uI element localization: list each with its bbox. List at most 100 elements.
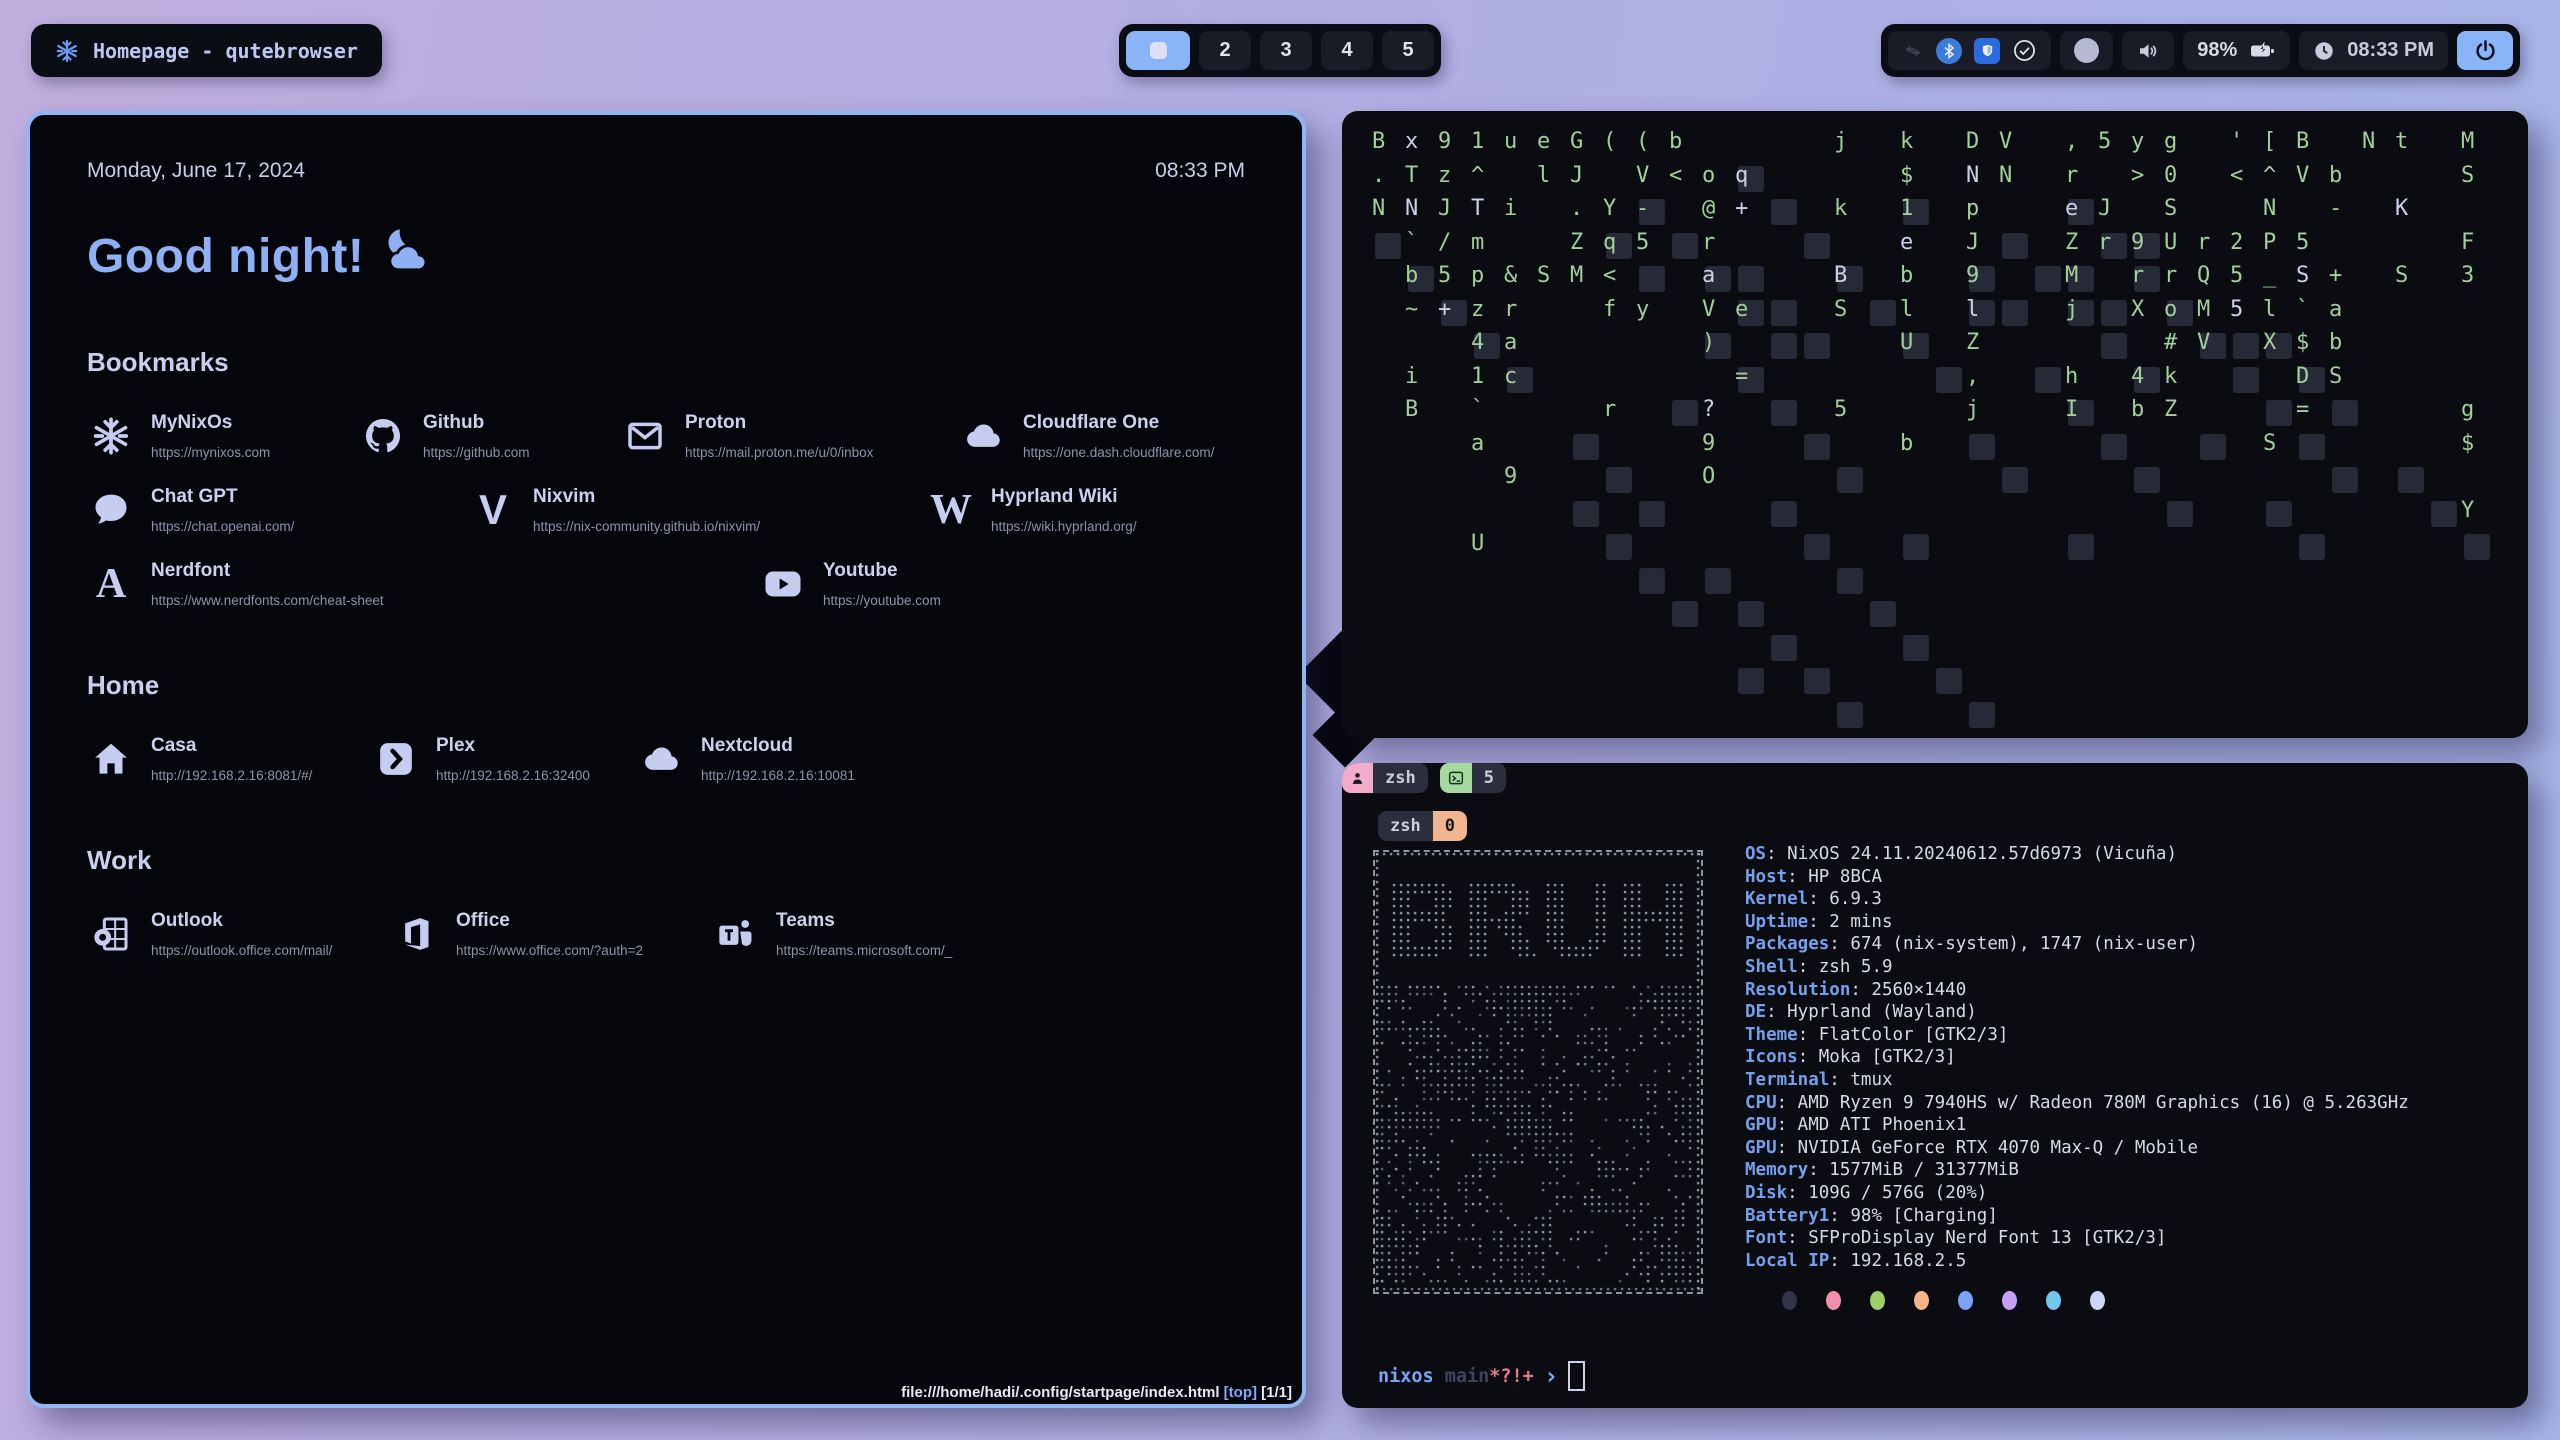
clock-widget[interactable]: 08:33 PM xyxy=(2299,31,2448,70)
matrix-glyph: < xyxy=(1603,263,1616,288)
bookmark-row: Outlookhttps://outlook.office.com/mail/O… xyxy=(87,910,1245,958)
workspace-button-4[interactable]: 4 xyxy=(1321,31,1373,70)
matrix-trail-block xyxy=(2068,534,2094,560)
workspace-button-2[interactable]: 2 xyxy=(1199,31,1251,70)
matrix-glyph: ( xyxy=(1636,129,1649,154)
bookmark-url: https://github.com xyxy=(423,445,530,460)
matrix-trail-block xyxy=(1837,568,1863,594)
bookmark-item-mynixos[interactable]: MyNixOshttps://mynixos.com xyxy=(87,412,359,460)
matrix-glyph: T xyxy=(1405,163,1418,188)
matrix-glyph: Q xyxy=(2197,263,2210,288)
matrix-trail-block xyxy=(2101,434,2127,460)
matrix-glyph: X xyxy=(2131,297,2144,322)
matrix-glyph: @ xyxy=(1702,196,1715,221)
bitwarden-icon[interactable] xyxy=(1974,38,2000,64)
matrix-glyph: B xyxy=(1372,129,1385,154)
tmux-window-pill[interactable]: 5 xyxy=(1440,763,1506,793)
cmatrix-terminal-window[interactable]: B.NxTN`b~iB9zJ/5+1^Tmpz41`aUui&rac9elSGJ… xyxy=(1342,111,2528,738)
matrix-glyph: e xyxy=(2065,196,2078,221)
bookmark-item-nextcloud[interactable]: Nextcloudhttp://192.168.2.16:10081 xyxy=(637,735,855,783)
shell-prompt[interactable]: nixos main *?!+ › xyxy=(1378,1361,1585,1391)
tmux-session-pill[interactable]: zsh 0 xyxy=(1378,811,1467,841)
ascii-art-logo xyxy=(1373,850,1703,1294)
matrix-glyph: b xyxy=(2329,330,2342,355)
workspace-button-5[interactable]: 5 xyxy=(1382,31,1434,70)
matrix-glyph: K xyxy=(2395,196,2408,221)
bookmark-item-teams[interactable]: Teams https://teams.microsoft.com/_ xyxy=(712,910,952,958)
bookmark-item-chat-gpt[interactable]: Chat GPThttps://chat.openai.com/ xyxy=(87,486,469,534)
matrix-trail-block xyxy=(2002,233,2028,259)
prompt-git-flags: *?!+ xyxy=(1489,1366,1534,1387)
bookmark-item-proton[interactable]: Protonhttps://mail.proton.me/u/0/inbox xyxy=(621,412,959,460)
matrix-trail-block xyxy=(1606,534,1632,560)
recorder-indicator[interactable] xyxy=(2060,31,2113,70)
matrix-glyph: = xyxy=(1735,364,1748,389)
matrix-glyph: T xyxy=(1471,196,1484,221)
fastfetch-line: OS: NixOS 24.11.20240612.57d6973 (Vicuña… xyxy=(1745,843,2409,866)
battery-indicator[interactable]: 98% xyxy=(2183,31,2290,70)
matrix-trail-block xyxy=(1771,400,1797,426)
office-icon xyxy=(392,910,440,958)
matrix-trail-block xyxy=(1738,266,1764,292)
matrix-glyph: Y xyxy=(2461,498,2474,523)
tmux-user-pill[interactable]: zsh xyxy=(1342,763,1428,793)
bookmark-item-office[interactable]: Officehttps://www.office.com/?auth=2 xyxy=(392,910,712,958)
workspace-button-1[interactable] xyxy=(1126,31,1190,70)
matrix-glyph: V xyxy=(2197,330,2210,355)
workspace-button-3[interactable]: 3 xyxy=(1260,31,1312,70)
matrix-glyph: Y xyxy=(1603,196,1616,221)
matrix-glyph: g xyxy=(2461,397,2474,422)
tray-icons-segment[interactable] xyxy=(1888,31,2051,70)
battery-charging-icon xyxy=(2249,39,2276,63)
bookmark-item-outlook[interactable]: Outlookhttps://outlook.office.com/mail/ xyxy=(87,910,392,958)
matrix-glyph: V xyxy=(1999,129,2012,154)
system-tray: 98% 08:33 PM xyxy=(1881,24,2520,77)
bookmark-item-plex[interactable]: Plexhttp://192.168.2.16:32400 xyxy=(372,735,637,783)
power-button[interactable] xyxy=(2457,31,2513,70)
bookmark-item-cloudflare-one[interactable]: Cloudflare Onehttps://one.dash.cloudflar… xyxy=(959,412,1214,460)
matrix-glyph: c xyxy=(1504,364,1517,389)
matrix-glyph: q xyxy=(1603,230,1616,255)
bookmark-item-nerdfont[interactable]: ANerdfonthttps://www.nerdfonts.com/cheat… xyxy=(87,560,759,608)
matrix-glyph: Z xyxy=(2164,397,2177,422)
matrix-trail-block xyxy=(1705,568,1731,594)
bookmark-title: Cloudflare One xyxy=(1023,412,1214,434)
volume-control[interactable] xyxy=(2122,31,2174,70)
window-title-pill[interactable]: Homepage - qutebrowser xyxy=(31,24,382,77)
active-workspace-dot xyxy=(1150,42,1167,59)
matrix-glyph: ` xyxy=(2296,297,2309,322)
terminal-icon xyxy=(1440,763,1472,793)
matrix-glyph: , xyxy=(1966,364,1979,389)
bookmark-item-casa[interactable]: Casahttp://192.168.2.16:8081/#/ xyxy=(87,735,372,783)
fastfetch-terminal-window[interactable]: zsh 0 zsh 5 OS: NixOS 24.11.20240612.57d… xyxy=(1342,763,2528,1408)
matrix-glyph: a xyxy=(2329,297,2342,322)
matrix-glyph: J xyxy=(2098,196,2111,221)
bluetooth-icon[interactable] xyxy=(1936,38,1962,64)
bookmark-url: https://nix-community.github.io/nixvim/ xyxy=(533,519,760,534)
bookmark-item-github[interactable]: Githubhttps://github.com xyxy=(359,412,621,460)
bookmark-item-nixvim[interactable]: VNixvimhttps://nix-community.github.io/n… xyxy=(469,486,927,534)
bookmark-item-hyprland-wiki[interactable]: WHyprland Wikihttps://wiki.hyprland.org/ xyxy=(927,486,1137,534)
matrix-glyph: M xyxy=(2197,297,2210,322)
matrix-glyph: r xyxy=(2164,263,2177,288)
matrix-trail-block xyxy=(1969,434,1995,460)
check-circle-icon[interactable] xyxy=(2012,38,2037,63)
matrix-trail-block xyxy=(1936,367,1962,393)
matrix-trail-block xyxy=(1804,534,1830,560)
matrix-trail-block xyxy=(1771,300,1797,326)
matrix-glyph: ` xyxy=(1471,397,1484,422)
matrix-trail-block xyxy=(2134,467,2160,493)
nix-snowflake-icon xyxy=(87,412,135,460)
prompt-arrow: › xyxy=(1544,1362,1558,1390)
matrix-glyph: r xyxy=(2098,230,2111,255)
matrix-glyph: i xyxy=(1405,364,1418,389)
bookmark-item-youtube[interactable]: Youtubehttps://youtube.com xyxy=(759,560,941,608)
bookmark-title: Youtube xyxy=(823,560,941,582)
qutebrowser-window[interactable]: Monday, June 17, 2024 08:33 PM Good nigh… xyxy=(26,111,1306,1408)
serif-a-icon: A xyxy=(87,560,135,608)
bookmark-url: https://teams.microsoft.com/_ xyxy=(776,943,952,958)
kdeconnect-icon[interactable] xyxy=(1902,40,1924,62)
bookmark-title: Teams xyxy=(776,910,952,932)
matrix-glyph: N xyxy=(1405,196,1418,221)
matrix-glyph: l xyxy=(1537,163,1550,188)
